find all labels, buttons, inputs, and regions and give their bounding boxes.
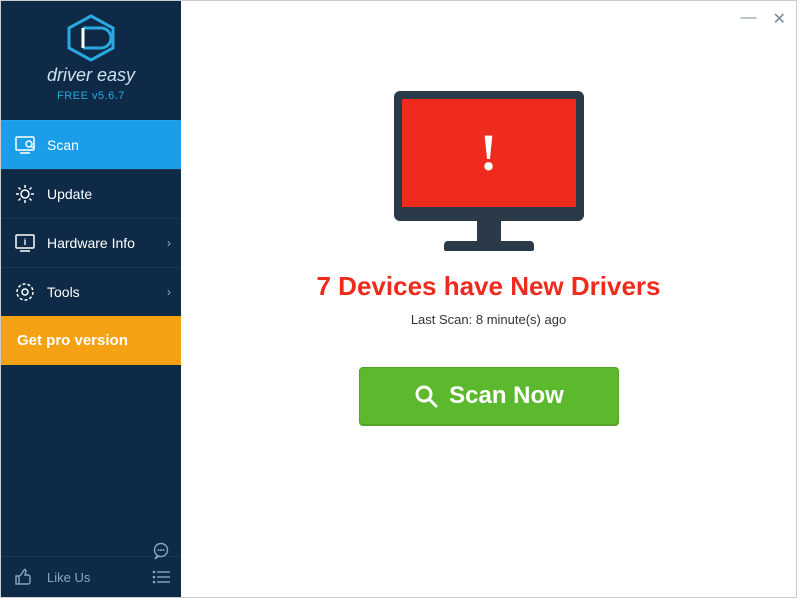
main-panel: — ✕ ! 7 Devices have New Drivers Last Sc… [181, 1, 796, 597]
sidebar-item-update[interactable]: Update [1, 169, 181, 218]
scan-button-label: Scan Now [449, 382, 564, 410]
sidebar-footer: Like Us [1, 556, 181, 597]
menu-icon[interactable] [151, 567, 171, 587]
sidebar: driver easy FREE v5.6.7 Scan Update i Ha… [1, 1, 181, 597]
nav: Scan Update i Hardware Info › Tools › Ge… [1, 120, 181, 365]
close-button[interactable]: ✕ [773, 9, 786, 29]
monitor-stand-base [444, 241, 534, 251]
svg-text:i: i [24, 237, 27, 247]
search-icon [413, 383, 439, 409]
sidebar-item-tools[interactable]: Tools › [1, 267, 181, 316]
chevron-right-icon: › [167, 285, 171, 299]
logo-area: driver easy FREE v5.6.7 [1, 1, 181, 112]
sidebar-item-label: Update [47, 186, 92, 202]
monitor-screen: ! [394, 91, 584, 221]
monitor-stand-neck [477, 221, 501, 241]
main-content: ! 7 Devices have New Drivers Last Scan: … [181, 1, 796, 597]
feedback-icon[interactable] [151, 541, 171, 561]
brand-version: FREE v5.6.7 [1, 90, 181, 102]
status-headline: 7 Devices have New Drivers [317, 271, 661, 302]
logo-icon [61, 15, 121, 65]
sidebar-item-label: Hardware Info [47, 235, 135, 251]
sidebar-spacer [1, 365, 181, 556]
sidebar-item-label: Tools [47, 284, 80, 300]
gear-icon [15, 184, 35, 204]
sidebar-item-scan[interactable]: Scan [1, 120, 181, 169]
like-us-label[interactable]: Like Us [47, 570, 90, 585]
sidebar-item-label: Scan [47, 137, 79, 153]
last-scan-text: Last Scan: 8 minute(s) ago [411, 312, 566, 327]
hardware-info-icon: i [15, 233, 35, 253]
tools-icon [15, 282, 35, 302]
window-controls: — ✕ [741, 9, 786, 29]
scan-icon [15, 135, 35, 155]
chevron-right-icon: › [167, 236, 171, 250]
thumbs-up-icon[interactable] [13, 567, 33, 587]
sidebar-item-hardware-info[interactable]: i Hardware Info › [1, 218, 181, 267]
brand-name: driver easy [1, 65, 181, 86]
get-pro-button[interactable]: Get pro version [1, 316, 181, 365]
footer-right-icons [151, 541, 171, 587]
minimize-button[interactable]: — [741, 9, 757, 29]
status-monitor-illustration: ! [394, 91, 584, 251]
scan-now-button[interactable]: Scan Now [359, 367, 619, 425]
alert-icon: ! [480, 124, 497, 183]
